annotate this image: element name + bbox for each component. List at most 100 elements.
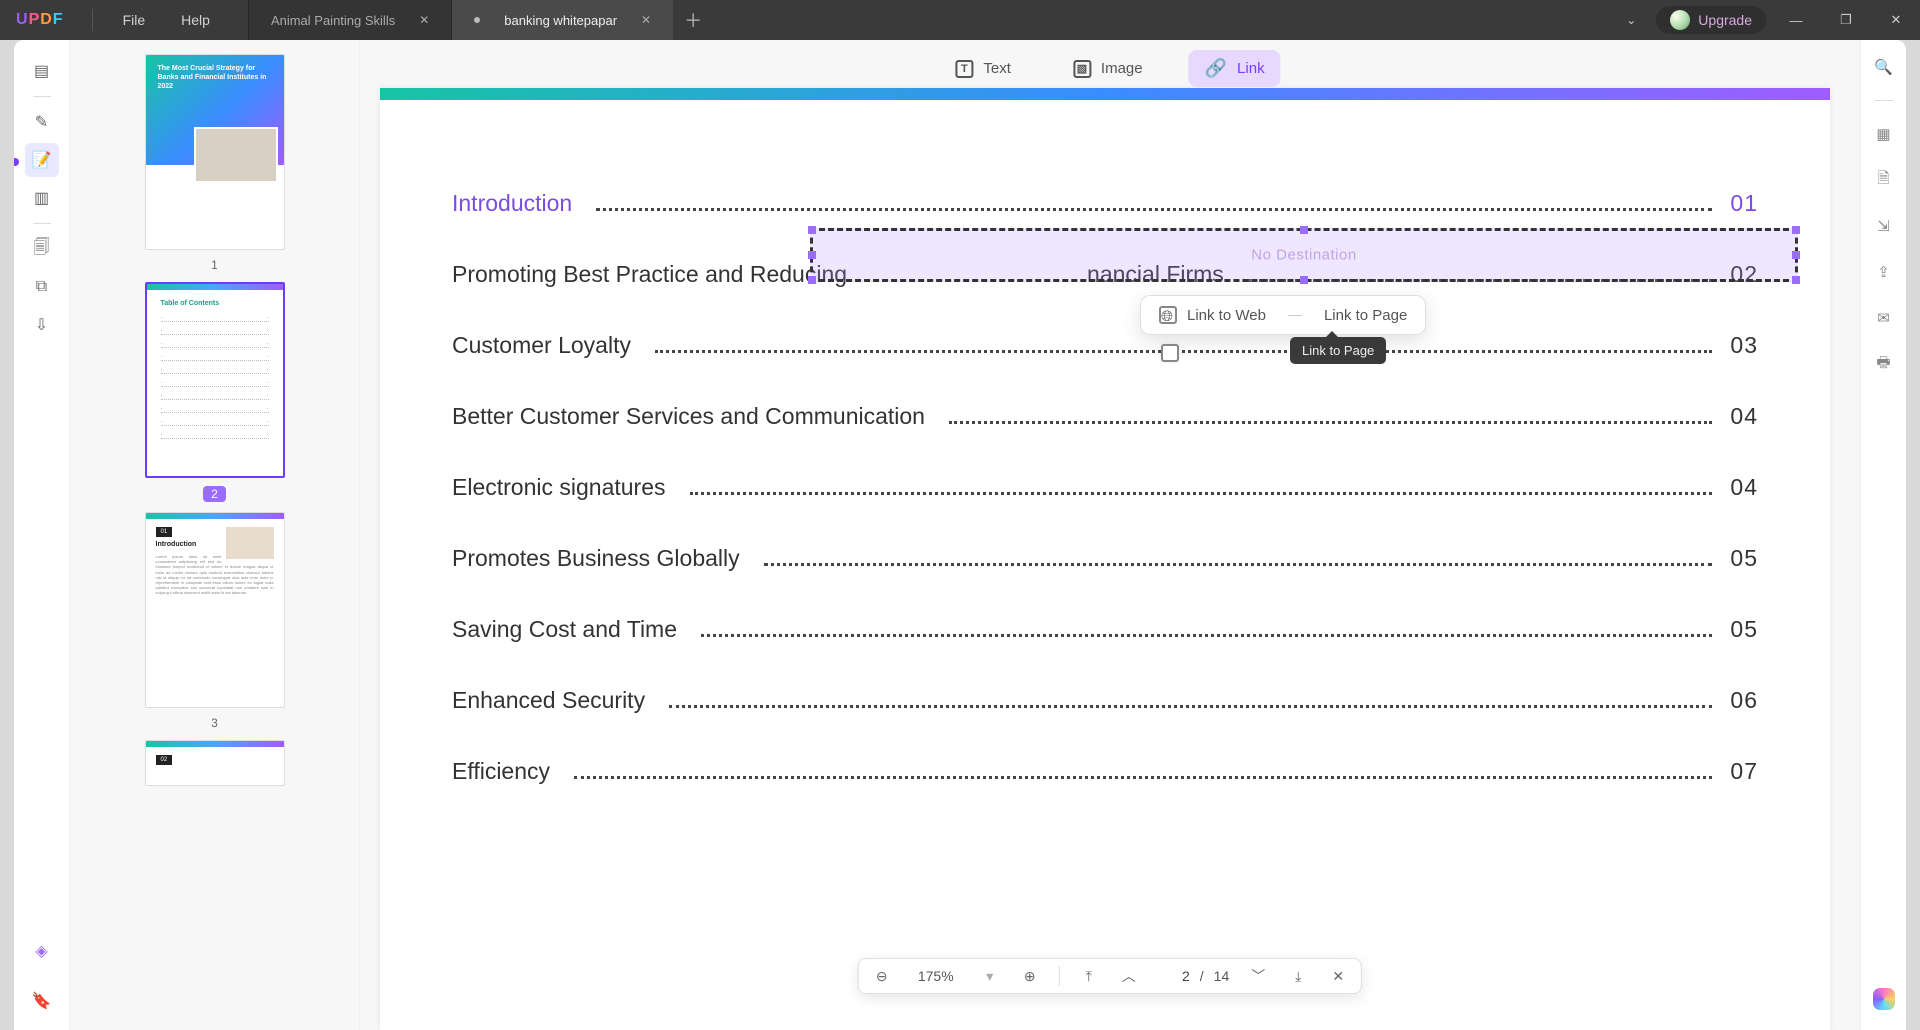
thumbnail-3[interactable]: 01 Introduction Lorem ipsum dolor sit am… <box>145 512 285 730</box>
edit-tool[interactable]: 📝 <box>25 143 59 177</box>
new-tab-button[interactable]: ＋ <box>673 0 713 40</box>
toc-page: 06 <box>1730 687 1758 714</box>
document-area: T Text ▧ Image 🔗 Link Introduction 01 <box>360 40 1860 1030</box>
link-placeholder-label: No Destination <box>1251 247 1356 264</box>
compress-icon[interactable]: ⇲ <box>1871 213 1897 239</box>
divider <box>33 96 51 97</box>
gradient-bar-icon <box>380 88 1830 100</box>
active-indicator-icon <box>14 158 19 166</box>
table-of-contents: Introduction 01 Promoting Best Practice … <box>380 100 1830 785</box>
tab-active[interactable]: banking whitepapar ✕ <box>451 0 673 40</box>
resize-handle-icon[interactable] <box>808 251 816 259</box>
toc-row[interactable]: Customer Loyalty03 <box>452 332 1758 359</box>
layers-icon[interactable]: ◈ <box>25 934 59 968</box>
email-icon[interactable]: ✉ <box>1871 305 1897 331</box>
left-tool-rail: ▤ ✎ 📝 ▥ 🗐 ⧉ ⇩ ◈ 🔖 <box>14 40 70 1030</box>
chevron-down-icon[interactable]: ⌄ <box>1616 13 1646 27</box>
page-input[interactable] <box>1158 968 1190 984</box>
edit-link-button[interactable]: 🔗 Link <box>1189 50 1281 87</box>
close-icon[interactable]: ✕ <box>641 13 651 27</box>
zoom-value[interactable]: 175% <box>911 968 961 984</box>
export-tool[interactable]: ⇩ <box>25 308 59 342</box>
reader-tool[interactable]: ▤ <box>25 54 59 88</box>
tab-title: Animal Painting Skills <box>271 13 395 28</box>
toc-row[interactable]: Introduction 01 <box>452 190 1758 217</box>
close-nav-button[interactable]: ✕ <box>1327 965 1349 987</box>
maximize-button[interactable]: ❐ <box>1826 0 1866 40</box>
toc-page: 04 <box>1730 474 1758 501</box>
prev-page-button[interactable]: ︿ <box>1118 965 1140 987</box>
thumbnail-1[interactable]: The Most Crucial Strategy for Banks and … <box>145 54 285 272</box>
toc-title: Saving Cost and Time <box>452 616 677 643</box>
thumbnail-image-icon <box>226 527 274 559</box>
next-page-button[interactable]: ﹀ <box>1247 965 1269 987</box>
text-icon: T <box>955 60 973 78</box>
resize-handle-icon[interactable] <box>1792 226 1800 234</box>
divider <box>1288 315 1302 316</box>
resize-handle-icon[interactable] <box>808 276 816 284</box>
resize-handle-icon[interactable] <box>1300 276 1308 284</box>
thumb2-heading: Table of Contents <box>161 300 269 307</box>
last-page-button[interactable]: ⤓ <box>1287 965 1309 987</box>
tabs-container: Animal Painting Skills ✕ banking whitepa… <box>248 0 713 40</box>
tab-inactive[interactable]: Animal Painting Skills ✕ <box>248 0 451 40</box>
share-icon[interactable]: ⇪ <box>1871 259 1897 285</box>
thumbnail-label: 1 <box>211 258 218 272</box>
app-logo: UPDF <box>16 11 64 29</box>
upgrade-button[interactable]: Upgrade <box>1656 6 1766 34</box>
page-tool[interactable]: ▥ <box>25 181 59 215</box>
close-icon[interactable]: ✕ <box>419 13 429 27</box>
page-fraction: / 14 <box>1158 968 1229 984</box>
bookmark-icon[interactable]: 🔖 <box>25 984 59 1018</box>
zoom-in-button[interactable]: ⊕ <box>1019 965 1041 987</box>
toc-row[interactable]: Electronic signatures 04 <box>452 474 1758 501</box>
search-icon[interactable]: 🔍 <box>1871 54 1897 80</box>
tooltip: Link to Page <box>1290 337 1386 364</box>
convert-icon[interactable]: 🗎 <box>1871 167 1897 193</box>
resize-handle-icon[interactable] <box>808 226 816 234</box>
page-total: 14 <box>1214 968 1230 984</box>
crop-tool[interactable]: ⧉ <box>25 270 59 304</box>
zoom-out-button[interactable]: ⊖ <box>871 965 893 987</box>
toc-title: Efficiency <box>452 758 550 785</box>
edit-text-button[interactable]: T Text <box>939 50 1027 87</box>
resize-handle-icon[interactable] <box>1300 226 1308 234</box>
minimize-button[interactable]: ― <box>1776 0 1816 40</box>
menu-file[interactable]: File <box>105 12 164 28</box>
zoom-dropdown-icon[interactable]: ▾ <box>979 965 1001 987</box>
edit-image-button[interactable]: ▧ Image <box>1057 50 1159 87</box>
toc-row[interactable]: Efficiency07 <box>452 758 1758 785</box>
thumbnail-2-selected[interactable]: Table of Contents ···· ···· ···· ···· ··… <box>145 282 285 502</box>
edit-text-label: Text <box>983 60 1011 77</box>
thumbnail-4-partial[interactable]: 02 <box>145 740 285 786</box>
toc-row[interactable]: Enhanced Security06 <box>452 687 1758 714</box>
resize-handle-icon[interactable] <box>1792 251 1800 259</box>
link-selection-box[interactable]: No Destination <box>810 228 1798 282</box>
first-page-button[interactable]: ⤒ <box>1078 965 1100 987</box>
print-icon[interactable]: 🖶 <box>1871 351 1897 377</box>
toc-title: Introduction <box>452 190 572 217</box>
close-window-button[interactable]: ✕ <box>1876 0 1916 40</box>
resize-handle-icon[interactable] <box>1792 276 1800 284</box>
toc-row[interactable]: Better Customer Services and Communicati… <box>452 403 1758 430</box>
thumbnail-image-icon <box>194 127 278 183</box>
thumbnails-panel[interactable]: The Most Crucial Strategy for Banks and … <box>70 40 360 1030</box>
toc-row[interactable]: Saving Cost and Time05 <box>452 616 1758 643</box>
thumbnail-label: 2 <box>203 486 226 502</box>
thumb3-badge: 01 <box>156 527 173 537</box>
toc-title: Electronic signatures <box>452 474 666 501</box>
thumb3-filler-text: Lorem ipsum dolor sit amet consectetur a… <box>156 554 274 596</box>
ocr-icon[interactable]: ▦ <box>1871 121 1897 147</box>
ai-assistant-icon[interactable] <box>1873 988 1895 1010</box>
menu-help[interactable]: Help <box>163 12 228 28</box>
toc-page: 05 <box>1730 545 1758 572</box>
link-to-page-button[interactable]: Link to Page <box>1324 307 1407 324</box>
toc-title: Better Customer Services and Communicati… <box>452 403 925 430</box>
link-to-web-button[interactable]: 🌐︎ Link to Web <box>1159 306 1266 324</box>
organize-tool[interactable]: 🗐 <box>25 232 59 266</box>
toc-row[interactable]: Promotes Business Globally05 <box>452 545 1758 572</box>
toc-page: 04 <box>1730 403 1758 430</box>
image-icon: ▧ <box>1073 60 1091 78</box>
comment-tool[interactable]: ✎ <box>25 105 59 139</box>
divider <box>1875 100 1893 101</box>
